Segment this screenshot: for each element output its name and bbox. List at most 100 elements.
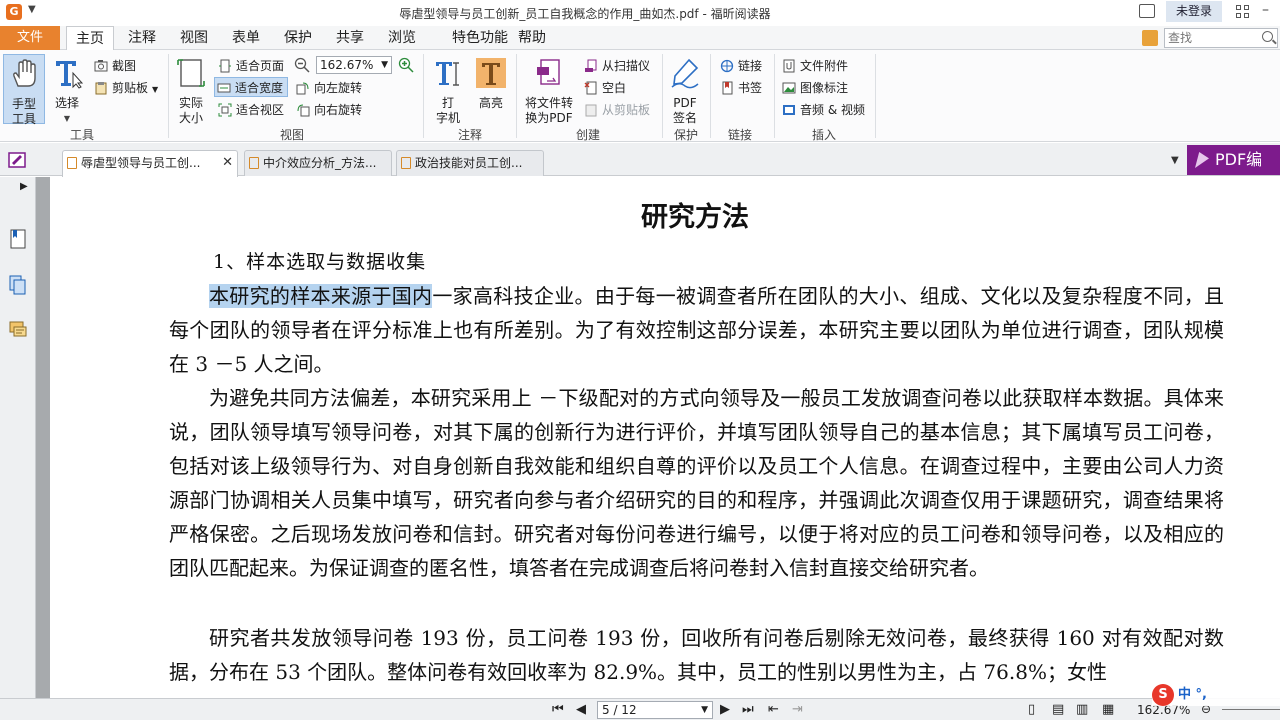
screenshot-button[interactable]: 截图: [92, 56, 136, 76]
bookmarks-panel-icon[interactable]: [9, 229, 27, 249]
convert-to-pdf-label: 将文件转 换为PDF: [524, 96, 573, 125]
title-bar: G ▼ 辱虐型领导与员工创新_员工自我概念的作用_曲如杰.pdf - 福昕阅读器…: [0, 0, 1280, 26]
rotate-left-button[interactable]: 向左旋转: [294, 78, 362, 98]
sign-tool-icon[interactable]: [8, 152, 26, 168]
search-input[interactable]: [1165, 29, 1257, 47]
tab-label: 中介效应分析_方法...: [263, 156, 377, 170]
tab-document-2[interactable]: 中介效应分析_方法...: [244, 150, 392, 176]
menu-browse[interactable]: 浏览: [378, 26, 426, 50]
zoom-slider[interactable]: [1222, 709, 1280, 710]
page-number-value: 5 / 12: [602, 703, 637, 717]
pdf-sign-button[interactable]: PDF 签名: [666, 54, 704, 125]
search-icon[interactable]: [1262, 31, 1273, 42]
first-page-icon[interactable]: ⏮: [552, 702, 564, 717]
from-scanner-label: 从扫描仪: [602, 59, 651, 73]
tab-list-dropdown-icon[interactable]: ▼: [1171, 155, 1179, 166]
next-page-icon[interactable]: ▶: [720, 702, 730, 717]
clipboard-icon: [95, 82, 107, 95]
file-attachment-button[interactable]: 文件附件: [780, 56, 848, 76]
document-tab-strip: 辱虐型领导与员工创... ✕ 中介效应分析_方法... 政治技能对员工创... …: [0, 143, 1280, 177]
attachment-icon: [783, 59, 795, 73]
login-button[interactable]: 未登录: [1166, 1, 1222, 22]
pdf-editor-button[interactable]: PDF编: [1187, 145, 1280, 175]
paragraph-1[interactable]: 本研究的样本来源于国内一家高科技企业。由于每一被调查者所在团队的大小、组成、文化…: [169, 279, 1224, 381]
text-select-icon: [56, 61, 84, 89]
rotate-right-label: 向右旋转: [314, 103, 363, 117]
single-page-view-icon[interactable]: ▯: [1028, 702, 1035, 717]
fit-width-label: 适合宽度: [235, 81, 284, 95]
highlight-button[interactable]: 高亮: [472, 54, 510, 124]
group-separator: [662, 54, 663, 138]
select-tool-button[interactable]: 选择 ▼: [48, 54, 86, 124]
minimize-button[interactable]: –: [1262, 2, 1269, 18]
find-tool-icon[interactable]: [1142, 30, 1158, 46]
fit-width-button[interactable]: 适合宽度: [214, 77, 288, 97]
screenshot-label: 截图: [112, 59, 137, 73]
last-page-icon[interactable]: ⏭: [742, 702, 754, 717]
zoom-in-icon[interactable]: [398, 57, 414, 73]
zoom-out-icon[interactable]: [294, 57, 310, 73]
typewriter-button[interactable]: 打 字机: [428, 54, 468, 125]
link-button[interactable]: 链接: [718, 56, 762, 76]
input-method-bar[interactable]: S 中 °,: [1152, 684, 1280, 706]
select-dropdown-icon[interactable]: ▼: [48, 111, 86, 126]
tab-document-3[interactable]: 政治技能对员工创...: [396, 150, 544, 176]
group-label-comment: 注释: [457, 128, 482, 142]
close-tab-icon[interactable]: ✕: [222, 151, 233, 175]
menu-view[interactable]: 视图: [170, 26, 218, 50]
fit-page-button[interactable]: 适合页面: [216, 56, 284, 76]
tab-document-1[interactable]: 辱虐型领导与员工创... ✕: [62, 150, 238, 177]
audio-video-button[interactable]: 音频 & 视频: [780, 100, 865, 120]
group-separator: [774, 54, 775, 138]
zoom-level-select[interactable]: 162.67% ▼: [316, 56, 392, 74]
expand-panel-icon[interactable]: ▶: [20, 181, 28, 192]
hand-tool-button[interactable]: 手型 工具: [3, 54, 45, 126]
group-separator: [710, 54, 711, 138]
paragraph-2[interactable]: 为避免共同方法偏差，本研究采用上 －下级配对的方式向领导及一般员工发放调查问卷以…: [169, 381, 1224, 585]
rotate-right-button[interactable]: 向右旋转: [294, 100, 362, 120]
navigation-panel: ▶: [0, 177, 36, 698]
panel-splitter[interactable]: [36, 177, 50, 698]
fit-visible-button[interactable]: 适合视区: [216, 100, 284, 120]
group-label-tools: 工具: [69, 128, 94, 142]
menu-form[interactable]: 表单: [222, 26, 270, 50]
bookmark-button[interactable]: 书签: [718, 78, 762, 98]
blank-page-button[interactable]: 空白: [582, 78, 626, 98]
selected-text[interactable]: 本研究的样本来源于国内: [209, 284, 433, 308]
fit-page-label: 适合页面: [236, 59, 285, 73]
facing-view-icon[interactable]: ▥: [1076, 702, 1088, 717]
continuous-view-icon[interactable]: ▤: [1052, 702, 1064, 717]
document-viewer[interactable]: 研究方法 1、样本选取与数据收集 本研究的样本来源于国内一家高科技企业。由于每一…: [50, 177, 1280, 698]
page-number-field[interactable]: 5 / 12 ▼: [597, 701, 713, 719]
menu-protect[interactable]: 保护: [274, 26, 322, 50]
actual-size-button[interactable]: 实际 大小: [172, 54, 210, 125]
search-field[interactable]: [1164, 28, 1278, 48]
menu-help[interactable]: 帮助: [510, 26, 554, 50]
previous-page-icon[interactable]: ◀: [576, 702, 586, 717]
pdf-file-icon: [249, 157, 259, 169]
image-annotation-button[interactable]: 图像标注: [780, 78, 848, 98]
clipboard-dropdown-icon[interactable]: ▼: [152, 85, 158, 94]
continuous-facing-view-icon[interactable]: ▦: [1102, 702, 1114, 717]
comments-panel-icon[interactable]: [9, 320, 27, 340]
convert-to-pdf-button[interactable]: 将文件转 换为PDF: [520, 54, 578, 125]
menu-share[interactable]: 共享: [326, 26, 374, 50]
from-scanner-button[interactable]: 从扫描仪: [582, 56, 650, 76]
page-dropdown-icon[interactable]: ▼: [701, 702, 708, 718]
link-icon: [720, 59, 734, 73]
zoom-dropdown-icon[interactable]: ▼: [381, 57, 388, 73]
menu-comment[interactable]: 注释: [118, 26, 166, 50]
layout-grid-icon[interactable]: [1236, 5, 1250, 19]
paragraph-3[interactable]: 研究者共发放领导问卷 193 份，员工问卷 193 份，回收所有问卷后剔除无效问…: [169, 621, 1224, 689]
previous-view-icon[interactable]: ⇤: [768, 702, 779, 717]
rotate-left-label: 向左旋转: [314, 81, 363, 95]
fit-width-icon: [217, 83, 231, 93]
pdf-file-icon: [401, 157, 411, 169]
rotate-right-icon: [297, 104, 310, 117]
menu-file[interactable]: 文件: [0, 26, 60, 50]
menu-home[interactable]: 主页: [66, 26, 114, 51]
bookmark-icon: [722, 81, 733, 95]
pages-panel-icon[interactable]: [9, 275, 27, 295]
clipboard-button[interactable]: 剪贴板 ▼: [92, 78, 158, 98]
store-icon[interactable]: [1139, 4, 1155, 18]
